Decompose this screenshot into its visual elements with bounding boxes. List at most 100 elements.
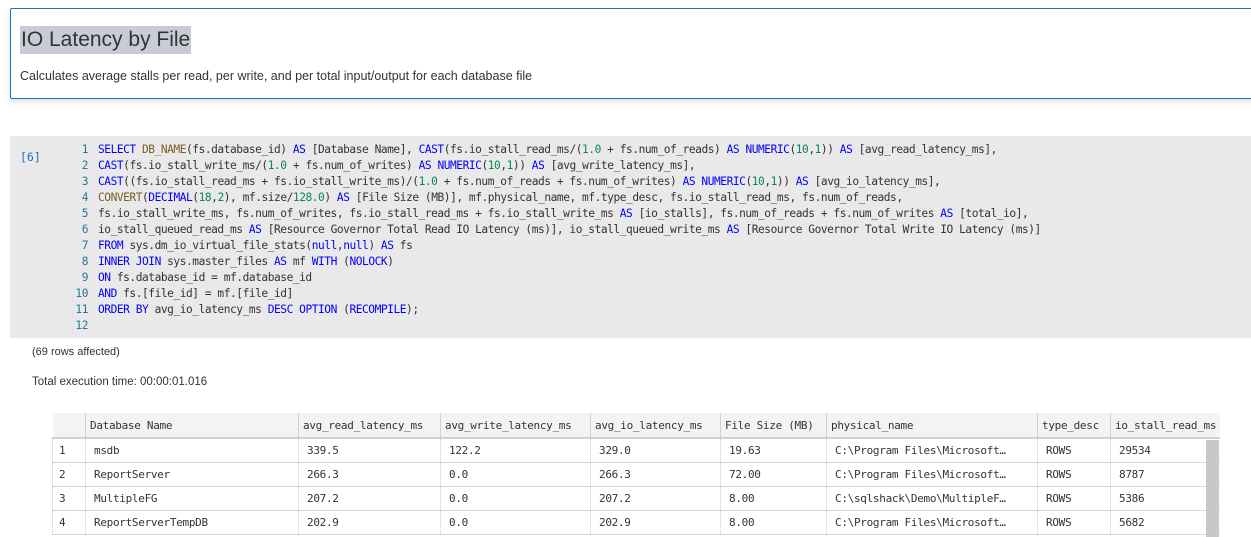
line-number: 2: [81, 159, 89, 172]
row-number-cell[interactable]: 1: [52, 438, 86, 463]
grid-cell[interactable]: ReportServer: [85, 462, 299, 487]
code-token: RECOMPILE: [349, 303, 407, 316]
code-token: null: [343, 239, 369, 252]
grid-cell[interactable]: C:\Program Files\Microsoft…: [826, 462, 1038, 487]
code-token: 1.0: [582, 143, 601, 156]
grid-cell[interactable]: 339.5: [298, 438, 441, 463]
code-token: sys.dm_io_virtual_file_stats(: [123, 239, 312, 252]
line-number: 4: [81, 191, 89, 204]
grid-cell[interactable]: ROWS: [1037, 438, 1111, 463]
code-line: 10 AND fs.[file_id] = mf.[file_id]: [64, 286, 1041, 302]
grid-header-row: Database Name avg_read_latency_ms avg_writ…: [52, 413, 1221, 439]
grid-cell[interactable]: 202.9: [590, 510, 721, 535]
grid-cell[interactable]: ROWS: [1037, 462, 1111, 487]
grid-cell[interactable]: 72.00: [720, 462, 827, 487]
grid-cell[interactable]: ReportServerTempDB: [85, 510, 299, 535]
code-token: ((fs.io_stall_read_ms + fs.io_stall_writ…: [123, 175, 419, 188]
grid-cell[interactable]: 5682: [1110, 510, 1221, 535]
grid-cell[interactable]: 266.3: [298, 462, 441, 487]
table-row[interactable]: 4 ReportServerTempDB 202.9 0.0 202.9 8.00 C:\P…: [52, 510, 1221, 535]
grid-cell[interactable]: 8787: [1110, 462, 1221, 487]
code-token: + fs.num_of_writes): [286, 159, 419, 172]
grid-cell[interactable]: 19.63: [720, 438, 827, 463]
grid-cell[interactable]: 5386: [1110, 486, 1221, 511]
code-token: )): [820, 143, 834, 156]
grid-cell[interactable]: 0.0: [440, 486, 591, 511]
line-number: 5: [81, 207, 89, 220]
table-row[interactable]: 3 MultipleFG 207.2 0.0 207.2 8.00 C:\sqlshack\…: [52, 486, 1221, 511]
grid-cell[interactable]: 8.00: [720, 510, 827, 535]
code-token: fs: [393, 239, 413, 252]
code-token: fs.database_id = mf.database_id: [110, 271, 312, 284]
column-header[interactable]: io_stall_read_ms: [1110, 413, 1221, 439]
table-row[interactable]: 1 msdb 339.5 122.2 329.0 19.63 C:\Program File…: [52, 438, 1221, 463]
code-token: 10: [487, 159, 501, 172]
table-row[interactable]: 2 ReportServer 266.3 0.0 266.3 72.00 C:\Progra…: [52, 462, 1221, 487]
column-header[interactable]: physical_name: [826, 413, 1038, 439]
column-header[interactable]: File Size (MB): [720, 413, 827, 439]
column-header[interactable]: Database Name: [85, 413, 299, 439]
grid-cell[interactable]: 202.9: [298, 510, 441, 535]
code-token: CAST: [418, 143, 445, 156]
code-token: INNER JOIN: [98, 255, 161, 268]
row-number-cell[interactable]: 2: [52, 462, 86, 487]
column-header[interactable]: avg_read_latency_ms: [298, 413, 441, 439]
code-token: AS: [380, 239, 394, 252]
grid-cell[interactable]: 207.2: [298, 486, 441, 511]
code-editor[interactable]: 1 SELECT DB_NAME(fs.database_id) AS [Data…: [64, 142, 1041, 334]
code-token: io_stall_queued_read_ms: [98, 223, 249, 236]
row-number-cell[interactable]: 4: [52, 510, 86, 535]
column-header[interactable]: avg_io_latency_ms: [590, 413, 721, 439]
column-header[interactable]: avg_write_latency_ms: [440, 413, 591, 439]
code-token: AS NUMERIC: [682, 175, 746, 188]
grid-cell[interactable]: 122.2: [440, 438, 591, 463]
code-token: AND: [98, 287, 117, 300]
code-line: 3 CAST((fs.io_stall_read_ms + fs.io_stall…: [64, 174, 1041, 190]
code-token: )): [512, 159, 526, 172]
grid-vertical-scrollbar[interactable]: [1206, 440, 1219, 537]
code-token: [Resource Governor Total Read IO Latency…: [261, 223, 727, 236]
code-token: ): [324, 191, 337, 204]
grid-cell[interactable]: 0.0: [440, 462, 591, 487]
grid-cell[interactable]: 0.0: [440, 510, 591, 535]
row-number-header[interactable]: [52, 413, 86, 439]
grid-cell[interactable]: 266.3: [590, 462, 721, 487]
code-token: [Database Name],: [305, 143, 419, 156]
grid-cell[interactable]: 329.0: [590, 438, 721, 463]
code-token: sys.master_files: [160, 255, 274, 268]
grid-cell[interactable]: ROWS: [1037, 510, 1111, 535]
code-token: DECIMAL: [148, 191, 193, 204]
code-token: + fs.num_of_reads + fs.num_of_writes): [437, 175, 683, 188]
grid-cell[interactable]: MultipleFG: [85, 486, 299, 511]
grid-cell[interactable]: C:\Program Files\Microsoft…: [826, 510, 1038, 535]
results-grid[interactable]: Database Name avg_read_latency_ms avg_writ…: [52, 413, 1221, 535]
grid-cell[interactable]: 207.2: [590, 486, 721, 511]
code-line: 1 SELECT DB_NAME(fs.database_id) AS [Data…: [64, 142, 1041, 158]
line-number: 1: [81, 143, 89, 156]
grid-cell[interactable]: 8.00: [720, 486, 827, 511]
code-token: ): [368, 239, 381, 252]
code-line: 9 ON fs.database_id = mf.database_id: [64, 270, 1041, 286]
code-token: mf: [286, 255, 312, 268]
code-line: 11 ORDER BY avg_io_latency_ms DESC OPTION…: [64, 302, 1041, 318]
code-token: CAST: [98, 159, 124, 172]
row-number-cell[interactable]: 3: [52, 486, 86, 511]
markdown-cell[interactable]: IO Latency by File Calculates average st…: [10, 8, 1251, 99]
grid-cell[interactable]: msdb: [85, 438, 299, 463]
code-token: + fs.num_of_reads): [600, 143, 727, 156]
column-header[interactable]: type_desc: [1037, 413, 1111, 439]
grid-cell[interactable]: C:\Program Files\Microsoft…: [826, 438, 1038, 463]
code-line: 2 CAST(fs.io_stall_write_ms/(1.0 + fs.num…: [64, 158, 1041, 174]
code-line: 6 io_stall_queued_read_ms AS [Resource Go…: [64, 222, 1042, 238]
code-token: AS: [248, 223, 262, 236]
grid-cell[interactable]: C:\sqlshack\Demo\MultipleF…: [826, 486, 1038, 511]
code-token: );: [406, 303, 419, 316]
code-token: [io_stalls], fs.num_of_reads + fs.num_of…: [632, 207, 941, 220]
grid-cell[interactable]: 29534: [1110, 438, 1221, 463]
code-token: CONVERT: [98, 191, 142, 204]
code-token: (: [336, 255, 350, 268]
code-token: ), mf.size/: [223, 191, 294, 204]
markdown-title: IO Latency by File: [20, 26, 192, 54]
grid-cell[interactable]: ROWS: [1037, 486, 1111, 511]
code-token: 10: [751, 175, 765, 188]
